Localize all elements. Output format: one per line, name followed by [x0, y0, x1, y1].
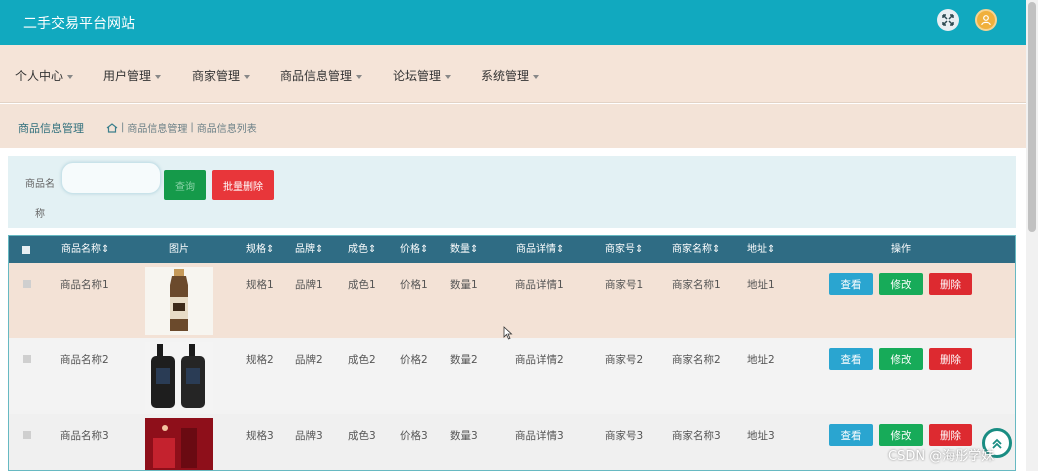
mouse-cursor-icon: [503, 326, 513, 340]
cell-price: 价格3: [400, 430, 428, 442]
edit-button[interactable]: 修改: [879, 348, 923, 370]
table-row: 商品名称3 规格3 品牌3 成色3 价格3 数量3 商品详情3 商家号3 商家名…: [9, 414, 1015, 470]
nav-merchant-management[interactable]: 商家管理: [192, 67, 251, 84]
cell-spec: 规格1: [246, 279, 274, 291]
nav-user-management[interactable]: 用户管理: [103, 67, 162, 84]
user-avatar-icon: [981, 15, 991, 26]
edit-button[interactable]: 修改: [879, 424, 923, 446]
cell-name: 商品名称2: [60, 354, 109, 366]
cell-merchant-no: 商家号2: [605, 354, 644, 366]
product-image: [145, 418, 213, 470]
cell-condition: 成色2: [348, 354, 376, 366]
row-checkbox[interactable]: [23, 431, 31, 439]
edit-button[interactable]: 修改: [879, 273, 923, 295]
table-header: 商品名称⇕ 图片 规格⇕ 品牌⇕ 成色⇕ 价格⇕ 数量⇕ 商品详情⇕ 商家号⇕ …: [9, 236, 1015, 263]
batch-delete-button[interactable]: 批量删除: [212, 170, 274, 200]
scrollbar-thumb[interactable]: [1028, 2, 1036, 232]
th-address[interactable]: 地址⇕: [747, 236, 775, 263]
view-button[interactable]: 查看: [829, 348, 873, 370]
cell-merchant-no: 商家号1: [605, 279, 644, 291]
nav-forum-management[interactable]: 论坛管理: [393, 67, 452, 84]
nav-personal-center[interactable]: 个人中心: [15, 67, 74, 84]
select-all-checkbox[interactable]: [22, 246, 30, 254]
cell-merchant-no: 商家号3: [605, 430, 644, 442]
nav-system-management[interactable]: 系统管理: [481, 67, 540, 84]
expand-icon: [942, 14, 954, 26]
cell-name: 商品名称1: [60, 279, 109, 291]
th-actions: 操作: [891, 244, 911, 255]
th-quantity[interactable]: 数量⇕: [450, 236, 478, 263]
home-icon[interactable]: [106, 122, 118, 133]
main-nav: 个人中心 用户管理 商家管理 商品信息管理 论坛管理 系统管理: [0, 45, 1026, 103]
product-table: 商品名称⇕ 图片 规格⇕ 品牌⇕ 成色⇕ 价格⇕ 数量⇕ 商品详情⇕ 商家号⇕ …: [8, 235, 1016, 471]
cell-name: 商品名称3: [60, 430, 109, 442]
watermark: CSDN @海彤学妹: [888, 449, 995, 464]
delete-button[interactable]: 删除: [929, 424, 972, 446]
cell-address: 地址1: [747, 279, 775, 291]
nav-product-management[interactable]: 商品信息管理: [280, 67, 363, 84]
cell-price: 价格2: [400, 354, 428, 366]
cell-spec: 规格2: [246, 354, 274, 366]
cell-condition: 成色1: [348, 279, 376, 291]
cell-address: 地址3: [747, 430, 775, 442]
th-price[interactable]: 价格⇕: [400, 236, 428, 263]
site-title: 二手交易平台网站: [23, 16, 135, 32]
cell-address: 地址2: [747, 354, 775, 366]
cell-price: 价格1: [400, 279, 428, 291]
row-checkbox[interactable]: [23, 355, 31, 363]
search-label: 商品名称: [25, 179, 55, 220]
th-image: 图片: [169, 244, 189, 255]
search-button[interactable]: 查询: [164, 170, 206, 200]
cell-condition: 成色3: [348, 430, 376, 442]
chevron-down-icon: [445, 74, 452, 79]
cell-quantity: 数量2: [450, 354, 478, 366]
cell-quantity: 数量3: [450, 430, 478, 442]
th-merchant-no[interactable]: 商家号⇕: [605, 236, 643, 263]
fullscreen-button[interactable]: [937, 9, 959, 31]
product-name-input[interactable]: [61, 162, 161, 194]
cell-detail: 商品详情2: [515, 354, 564, 366]
row-checkbox[interactable]: [23, 280, 31, 288]
search-panel: 商品名称 查询 批量删除: [8, 156, 1016, 228]
page-scrollbar[interactable]: [1026, 0, 1038, 471]
breadcrumb-separator: |: [121, 122, 125, 133]
chevron-down-icon: [67, 74, 74, 79]
delete-button[interactable]: 删除: [929, 348, 972, 370]
chevron-down-icon: [244, 74, 251, 79]
breadcrumb-bar: 商品信息管理 | 商品信息管理 | 商品信息列表: [0, 104, 1026, 148]
breadcrumb-item: 商品信息列表: [196, 124, 257, 135]
chevron-down-icon: [155, 74, 162, 79]
breadcrumb-separator: |: [190, 122, 194, 133]
chevron-down-icon: [533, 74, 540, 79]
th-merchant-name[interactable]: 商家名称⇕: [672, 236, 720, 263]
cell-brand: 品牌2: [295, 354, 323, 366]
user-avatar-button[interactable]: [975, 9, 997, 31]
product-image: [145, 342, 213, 410]
table-row: 商品名称2 规格2 品牌2 成色2 价格2 数量2 商品详情2 商家号2 商家名…: [9, 338, 1015, 414]
cell-merchant-name: 商家名称2: [672, 354, 721, 366]
top-header: 二手交易平台网站: [0, 0, 1026, 45]
delete-button[interactable]: 删除: [929, 273, 972, 295]
th-name[interactable]: 商品名称⇕: [61, 236, 109, 263]
th-spec[interactable]: 规格⇕: [246, 236, 274, 263]
th-brand[interactable]: 品牌⇕: [295, 236, 323, 263]
cell-quantity: 数量1: [450, 279, 478, 291]
th-detail[interactable]: 商品详情⇕: [516, 236, 564, 263]
cell-detail: 商品详情1: [515, 279, 564, 291]
chevron-down-icon: [356, 74, 363, 79]
breadcrumb: | 商品信息管理 | 商品信息列表: [106, 120, 257, 135]
breadcrumb-item[interactable]: 商品信息管理: [127, 120, 187, 135]
cell-spec: 规格3: [246, 430, 274, 442]
cell-brand: 品牌1: [295, 279, 323, 291]
page-title: 商品信息管理: [18, 122, 84, 135]
cell-merchant-name: 商家名称1: [672, 279, 721, 291]
cell-detail: 商品详情3: [515, 430, 564, 442]
cell-merchant-name: 商家名称3: [672, 430, 721, 442]
cell-brand: 品牌3: [295, 430, 323, 442]
view-button[interactable]: 查看: [829, 273, 873, 295]
view-button[interactable]: 查看: [829, 424, 873, 446]
th-condition[interactable]: 成色⇕: [348, 236, 376, 263]
product-image: [145, 267, 213, 335]
